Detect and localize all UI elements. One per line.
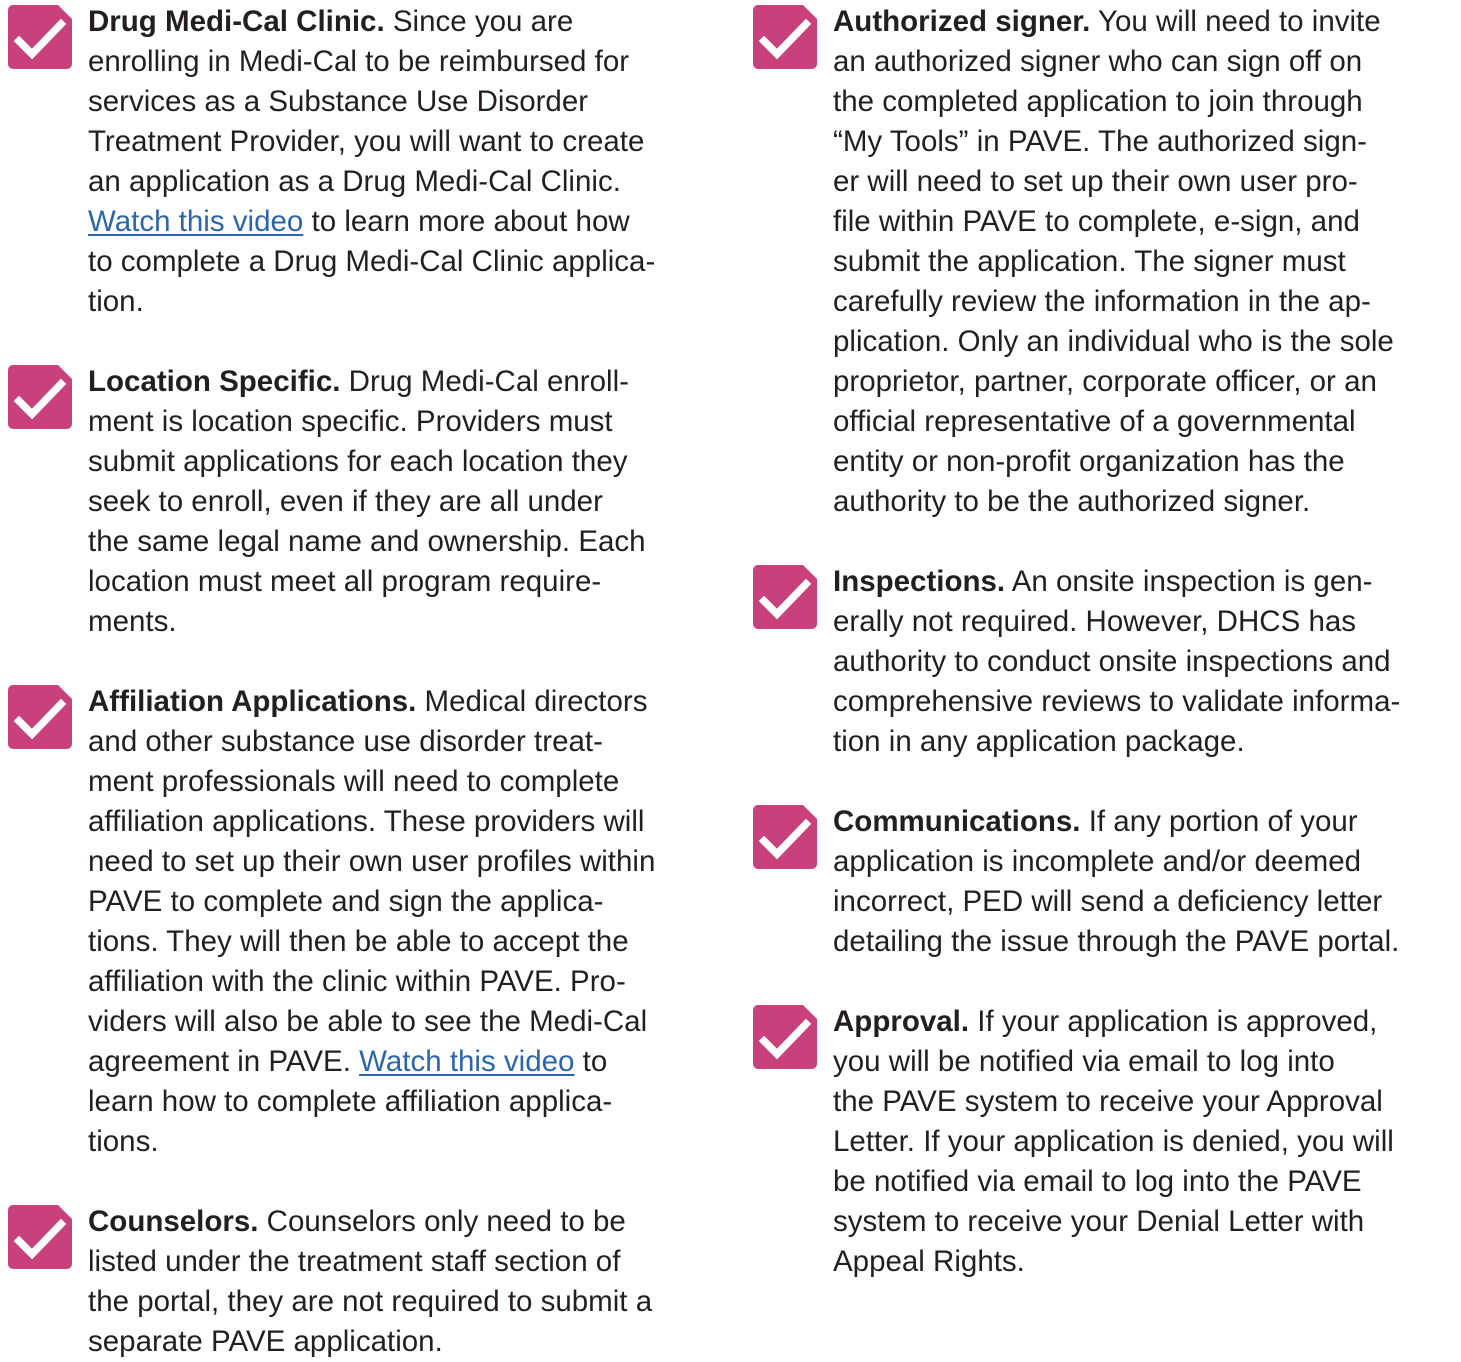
item-body: listed under the treatment staff section… xyxy=(88,1245,621,1278)
checked-box-icon xyxy=(753,805,817,869)
item-text: Inspections. An onsite inspection is gen… xyxy=(833,562,1400,762)
item-body: submit the application. The signer must xyxy=(833,245,1346,278)
item-body: plication. Only an individual who is the… xyxy=(833,325,1394,358)
item-body: detailing the issue through the PAVE por… xyxy=(833,925,1400,958)
item-title: Approval. xyxy=(833,1005,970,1038)
item-title: Authorized signer. xyxy=(833,5,1091,38)
item-body: authority to be the authorized signer. xyxy=(833,485,1311,518)
watch-video-link[interactable]: Watch this video xyxy=(88,205,303,238)
item-body: file within PAVE to complete, e-sign, an… xyxy=(833,205,1360,238)
item-body: ment is location specific. Providers mus… xyxy=(88,405,613,438)
item-body: If your application is approved, xyxy=(969,1005,1378,1038)
item-body: enrolling in Medi-Cal to be reimbursed f… xyxy=(88,45,630,78)
watch-video-link[interactable]: Watch this video xyxy=(359,1045,574,1078)
checked-box-icon xyxy=(8,365,72,429)
item-body: tions. xyxy=(88,1125,159,1158)
item-body: erally not required. However, DHCS has xyxy=(833,605,1357,638)
item-body: Letter. If your application is denied, y… xyxy=(833,1125,1394,1158)
checked-box-icon xyxy=(753,565,817,629)
item-body: to xyxy=(574,1045,608,1078)
item-body: An onsite inspection is gen- xyxy=(1005,565,1373,598)
item-body: the same legal name and ownership. Each xyxy=(88,525,646,558)
item-body: incorrect, PED will send a deficiency le… xyxy=(833,885,1383,918)
item-body: and other substance use disorder treat- xyxy=(88,725,603,758)
item-body: to complete a Drug Medi-Cal Clinic appli… xyxy=(88,245,656,278)
item-body: proprietor, partner, corporate officer, … xyxy=(833,365,1377,398)
item-body: submit applications for each location th… xyxy=(88,445,628,478)
item-body: PAVE to complete and sign the applica- xyxy=(88,885,604,918)
item-body: the completed application to join throug… xyxy=(833,85,1363,118)
item-body: need to set up their own user profiles w… xyxy=(88,845,656,878)
item-body: Counselors only need to be xyxy=(258,1205,626,1238)
item-body: Medical directors xyxy=(416,685,648,718)
item-body: you will be notified via email to log in… xyxy=(833,1045,1335,1078)
item-body: viders will also be able to see the Medi… xyxy=(88,1005,648,1038)
item-body: to learn more about how xyxy=(303,205,630,238)
item-body: Since you are xyxy=(384,5,574,38)
checked-box-icon xyxy=(8,1205,72,1269)
item-body: separate PAVE application. xyxy=(88,1325,443,1358)
item-body: an authorized signer who can sign off on xyxy=(833,45,1363,78)
item-title: Inspections. xyxy=(833,565,1006,598)
item-body: affiliation applications. These provider… xyxy=(88,805,645,838)
item-title: Affiliation Applications. xyxy=(88,685,417,718)
item-text: Authorized signer. You will need to invi… xyxy=(833,2,1394,522)
checked-box-icon xyxy=(8,5,72,69)
checked-box-icon xyxy=(753,1005,817,1069)
item-text: Affiliation Applications. Medical direct… xyxy=(88,682,655,1162)
item-body: agreement in PAVE. xyxy=(88,1045,360,1078)
item-text: Approval. If your application is approve… xyxy=(833,1002,1394,1282)
item-body: an application as a Drug Medi-Cal Clinic… xyxy=(88,165,621,198)
item-title: Location Specific. xyxy=(88,365,341,398)
checked-box-icon xyxy=(8,685,72,749)
item-body: affiliation with the clinic within PAVE.… xyxy=(88,965,626,998)
item-body: services as a Substance Use Disorder xyxy=(88,85,589,118)
item-body: carefully review the information in the … xyxy=(833,285,1371,318)
item-body: Drug Medi-Cal enroll- xyxy=(340,365,629,398)
item-title: Drug Medi-Cal Clinic. xyxy=(88,5,385,38)
item-text: Drug Medi-Cal Clinic. Since you are enro… xyxy=(88,2,655,322)
item-body: the PAVE system to receive your Approval xyxy=(833,1085,1383,1118)
item-body: application is incomplete and/or deemed xyxy=(833,845,1362,878)
item-text: Counselors. Counselors only need to be l… xyxy=(88,1202,652,1362)
item-body: Appeal Rights. xyxy=(833,1245,1025,1278)
item-title: Communications. xyxy=(833,805,1081,838)
item-body: tions. They will then be able to accept … xyxy=(88,925,629,958)
item-body: system to receive your Denial Letter wit… xyxy=(833,1205,1365,1238)
item-body: ments. xyxy=(88,605,177,638)
item-body: tion. xyxy=(88,285,144,318)
item-body: entity or non-profit organization has th… xyxy=(833,445,1345,478)
item-body: learn how to complete affiliation applic… xyxy=(88,1085,613,1118)
item-body: If any portion of your xyxy=(1080,805,1358,838)
item-text: Communications. If any portion of your a… xyxy=(833,802,1399,962)
item-body: ment professionals will need to complete xyxy=(88,765,620,798)
checked-box-icon xyxy=(753,5,817,69)
item-body: authority to conduct onsite inspections … xyxy=(833,645,1391,678)
item-body: er will need to set up their own user pr… xyxy=(833,165,1358,198)
item-body: location must meet all program require- xyxy=(88,565,602,598)
item-body: Treatment Provider, you will want to cre… xyxy=(88,125,645,158)
item-text: Location Specific. Drug Medi-Cal enroll-… xyxy=(88,362,646,642)
item-body: be notified via email to log into the PA… xyxy=(833,1165,1362,1198)
item-body: seek to enroll, even if they are all und… xyxy=(88,485,603,518)
item-body: “My Tools” in PAVE. The authorized sign- xyxy=(833,125,1367,158)
item-body: You will need to invite xyxy=(1090,5,1381,38)
item-body: comprehensive reviews to validate inform… xyxy=(833,685,1401,718)
item-body: tion in any application package. xyxy=(833,725,1245,758)
item-body: official representative of a governmenta… xyxy=(833,405,1356,438)
item-body: the portal, they are not required to sub… xyxy=(88,1285,653,1318)
item-title: Counselors. xyxy=(88,1205,259,1238)
